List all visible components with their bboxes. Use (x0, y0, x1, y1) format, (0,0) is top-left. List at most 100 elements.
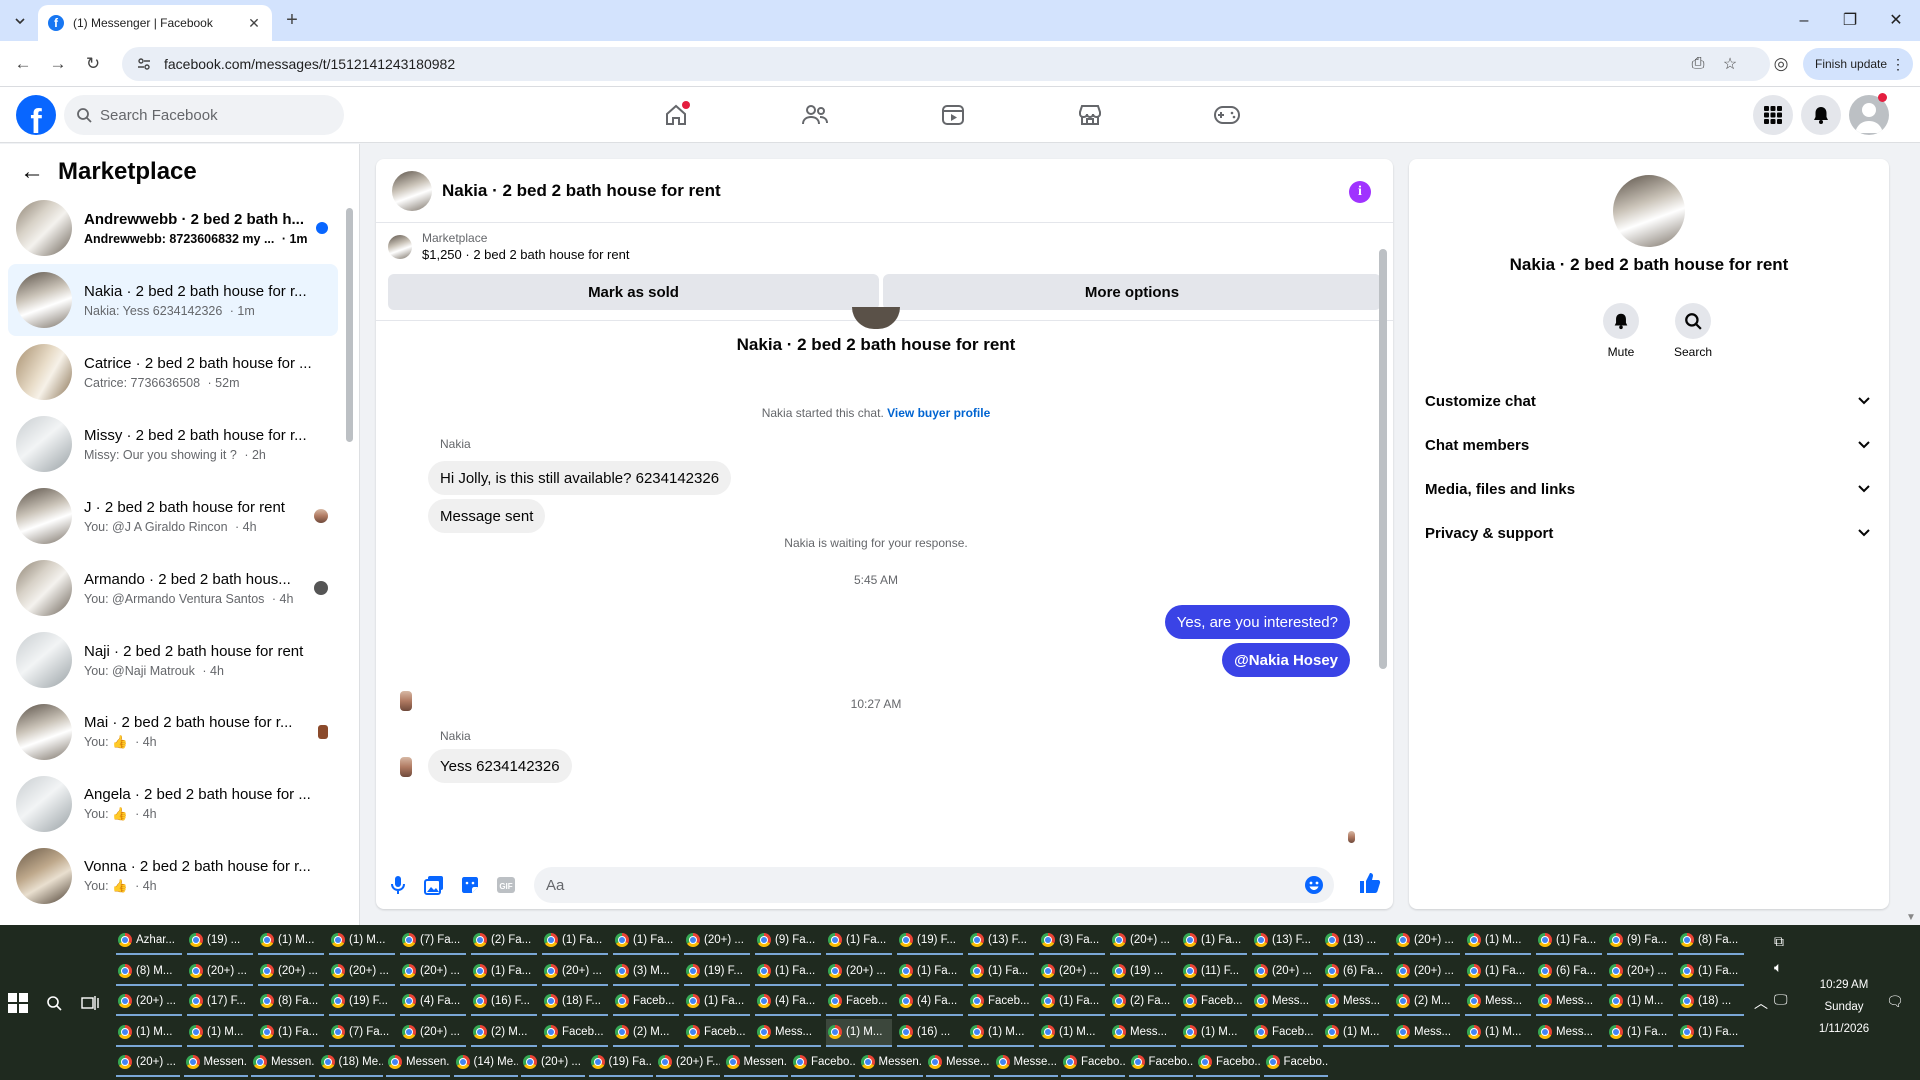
taskbar-window-button[interactable]: Faceb... (684, 1019, 750, 1047)
taskbar-window-button[interactable]: (19) ... (1110, 958, 1176, 986)
search-in-chat-button[interactable]: Search (1663, 303, 1723, 359)
taskbar-window-button[interactable]: (1) M... (1323, 1019, 1389, 1047)
taskbar-window-button[interactable]: Messen... (858, 1049, 923, 1077)
taskbar-window-button[interactable]: Faceb... (826, 988, 892, 1016)
taskbar-window-button[interactable]: (2) Fa... (1110, 988, 1176, 1016)
new-tab-button[interactable]: + (280, 9, 304, 32)
friends-nav-button[interactable] (795, 95, 835, 135)
back-button[interactable]: ← (12, 53, 34, 75)
chat-title[interactable]: Nakia · 2 bed 2 bath house for rent (442, 181, 721, 201)
taskbar-window-button[interactable]: (6) Fa... (1323, 958, 1389, 986)
taskbar-window-button[interactable]: Facebo... (1196, 1049, 1260, 1077)
restore-button[interactable]: ❐ (1838, 9, 1862, 33)
conversation-item[interactable]: Angela · 2 bed 2 bath house for ... You:… (8, 768, 338, 840)
search-icon[interactable] (44, 993, 64, 1013)
taskbar-window-button[interactable]: (1) Fa... (826, 927, 892, 955)
marketplace-nav-button[interactable] (1070, 95, 1110, 135)
taskbar-window-button[interactable]: (1) Fa... (1678, 958, 1744, 986)
taskbar-window-button[interactable]: Faceb... (542, 1019, 608, 1047)
conversation-item[interactable]: Armando · 2 bed 2 bath hous... You: @Arm… (8, 552, 338, 624)
taskbar-window-button[interactable]: (20+) ... (1394, 927, 1460, 955)
taskbar-window-button[interactable]: (1) M... (968, 1019, 1034, 1047)
taskbar-window-button[interactable]: (1) M... (1039, 1019, 1105, 1047)
windows-start-icon[interactable] (8, 993, 28, 1013)
mark-as-sold-button[interactable]: Mark as sold (388, 274, 879, 310)
customize-chat-section[interactable]: Customize chat (1417, 379, 1881, 423)
volume-icon[interactable]: 🔈︎ (1774, 959, 1782, 976)
conversation-item[interactable]: Andrewwebb · 2 bed 2 bath h... Andrewweb… (8, 192, 338, 264)
taskbar-window-button[interactable]: (20+) F... (656, 1049, 720, 1077)
chat-members-section[interactable]: Chat members (1417, 423, 1881, 467)
taskbar-window-button[interactable]: (1) Fa... (471, 958, 537, 986)
taskbar-window-button[interactable]: Faceb... (613, 988, 679, 1016)
taskbar-window-button[interactable]: (1) Fa... (1039, 988, 1105, 1016)
taskbar-window-button[interactable]: (1) M... (116, 1019, 182, 1047)
message-input[interactable] (546, 876, 1286, 894)
taskbar-window-button[interactable]: (20+) ... (1252, 958, 1318, 986)
install-app-icon[interactable]: ⎙ (1688, 54, 1708, 74)
outgoing-message[interactable]: @Nakia Hosey (1222, 643, 1350, 677)
conversation-item[interactable]: Vonna · 2 bed 2 bath house for r... You:… (8, 840, 338, 912)
info-avatar[interactable] (1613, 175, 1685, 247)
conversation-item[interactable]: Missy · 2 bed 2 bath house for r... Miss… (8, 408, 338, 480)
more-options-button[interactable]: More options (883, 274, 1381, 310)
incoming-message[interactable]: Message sent (428, 499, 546, 533)
taskbar-window-button[interactable]: (20+) ... (826, 958, 892, 986)
tray-window-icon[interactable]: ⧉ (1774, 933, 1784, 950)
taskbar-window-button[interactable]: (1) Fa... (968, 958, 1034, 986)
taskbar-window-button[interactable]: (1) Fa... (897, 958, 963, 986)
taskbar-window-button[interactable]: Facebo... (1128, 1049, 1193, 1077)
network-icon[interactable]: 🖵︎ (1774, 991, 1788, 1008)
taskbar-window-button[interactable]: (18) ... (1678, 988, 1744, 1016)
taskbar-window-button[interactable]: Messen... (251, 1049, 315, 1077)
chat-avatar[interactable] (392, 170, 432, 211)
microphone-icon[interactable] (386, 873, 410, 897)
message-input-field[interactable] (534, 867, 1334, 903)
address-bar[interactable]: facebook.com/messages/t/1512141243180982… (122, 47, 1770, 81)
taskbar-window-button[interactable]: (20+) ... (1607, 958, 1673, 986)
taskbar-window-button[interactable]: Mess... (1394, 1019, 1460, 1047)
reload-button[interactable]: ↻ (82, 53, 104, 75)
taskbar-window-button[interactable]: (16) F... (471, 988, 537, 1016)
taskbar-window-button[interactable]: (13) F... (968, 927, 1034, 955)
back-arrow-icon[interactable]: ← (20, 158, 44, 186)
taskbar-window-button[interactable]: (14) Me... (453, 1049, 518, 1077)
taskbar-window-button[interactable]: (16) ... (897, 1019, 963, 1047)
taskbar-window-button[interactable]: (3) Fa... (1039, 927, 1105, 955)
info-icon[interactable]: i (1349, 181, 1371, 203)
taskbar-window-button[interactable]: (20+) ... (116, 1049, 180, 1077)
gif-icon[interactable]: GIF (494, 873, 518, 897)
incoming-message[interactable]: Yess 6234142326 (428, 749, 572, 783)
home-nav-button[interactable] (656, 95, 696, 135)
taskbar-window-button[interactable]: (3) M... (613, 958, 679, 986)
taskbar-window-button[interactable]: Messen... (183, 1049, 248, 1077)
mute-button[interactable]: Mute (1591, 303, 1651, 359)
taskbar-window-button[interactable]: Faceb... (1252, 1019, 1318, 1047)
show-hidden-icons[interactable]: ︿ (1754, 993, 1768, 1013)
taskbar-window-button[interactable]: (2) M... (1394, 988, 1460, 1016)
browser-tab-active[interactable]: f (1) Messenger | Facebook ✕ (38, 5, 272, 41)
conversation-item[interactable]: Mai · 2 bed 2 bath house for r... You: 👍… (8, 696, 338, 768)
taskbar-window-button[interactable]: (2) M... (471, 1019, 537, 1047)
taskbar-window-button[interactable]: Azhar... (116, 927, 182, 955)
close-window-button[interactable]: ✕ (1884, 9, 1908, 33)
taskbar-window-button[interactable]: (1) Fa... (1607, 1019, 1673, 1047)
thumbs-up-icon[interactable] (1358, 871, 1382, 895)
minimize-button[interactable]: – (1792, 9, 1816, 33)
bookmark-star-icon[interactable]: ☆ (1720, 54, 1740, 74)
taskbar-window-button[interactable]: (20+) ... (1110, 927, 1176, 955)
notifications-button[interactable] (1801, 95, 1841, 135)
taskbar-window-button[interactable]: (8) Fa... (1678, 927, 1744, 955)
taskbar-window-button[interactable]: (20+) ... (521, 1049, 585, 1077)
taskbar-window-button[interactable]: (19) Fa... (588, 1049, 653, 1077)
taskbar-window-button[interactable]: Mess... (1323, 988, 1389, 1016)
taskbar-window-button[interactable]: (18) F... (542, 988, 608, 1016)
taskbar-window-button[interactable]: (1) Fa... (755, 958, 821, 986)
taskbar-window-button[interactable]: (4) Fa... (897, 988, 963, 1016)
notifications-icon[interactable]: 🗨︎ (1886, 993, 1904, 1010)
conversation-item-selected[interactable]: Nakia · 2 bed 2 bath house for r... Naki… (8, 264, 338, 336)
menu-button[interactable] (1753, 95, 1793, 135)
taskbar-window-button[interactable]: Mess... (1110, 1019, 1176, 1047)
listing-summary[interactable]: Marketplace $1,250 · 2 bed 2 bath house … (388, 231, 629, 262)
taskbar-window-button[interactable]: (20+) ... (187, 958, 253, 986)
